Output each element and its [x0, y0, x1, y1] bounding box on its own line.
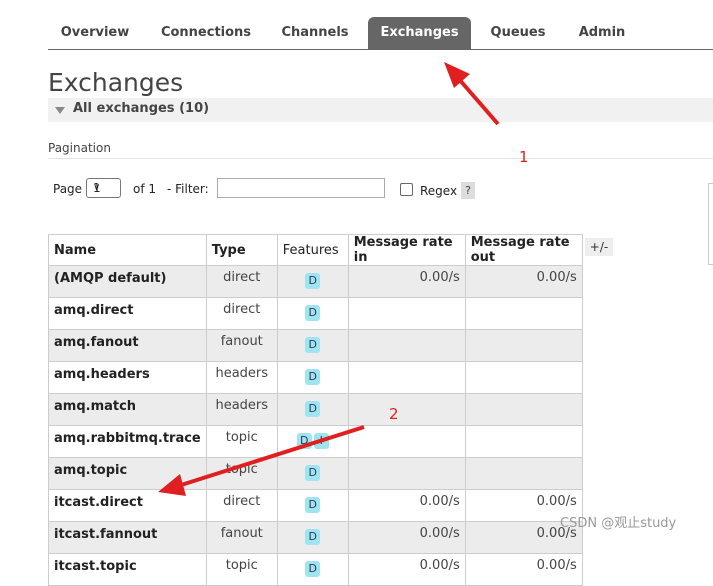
annotation-label-2: 2 — [389, 405, 399, 423]
exchange-features: D — [276, 553, 349, 586]
table-row[interactable]: itcast.topic topic D 0.00/s 0.00/s — [48, 553, 583, 586]
arrow-1 — [444, 62, 500, 126]
exchange-type: topic — [205, 553, 278, 586]
exchange-name-link[interactable]: itcast.topic — [48, 553, 207, 586]
arrow-2 — [158, 425, 365, 496]
feature-badge: D — [305, 561, 321, 577]
annotation-label-1: 1 — [519, 148, 529, 166]
rate-in: 0.00/s — [347, 553, 466, 586]
watermark: CSDN @观止study — [560, 516, 677, 531]
rate-out: 0.00/s — [464, 553, 583, 586]
annotation-arrows — [158, 62, 500, 496]
